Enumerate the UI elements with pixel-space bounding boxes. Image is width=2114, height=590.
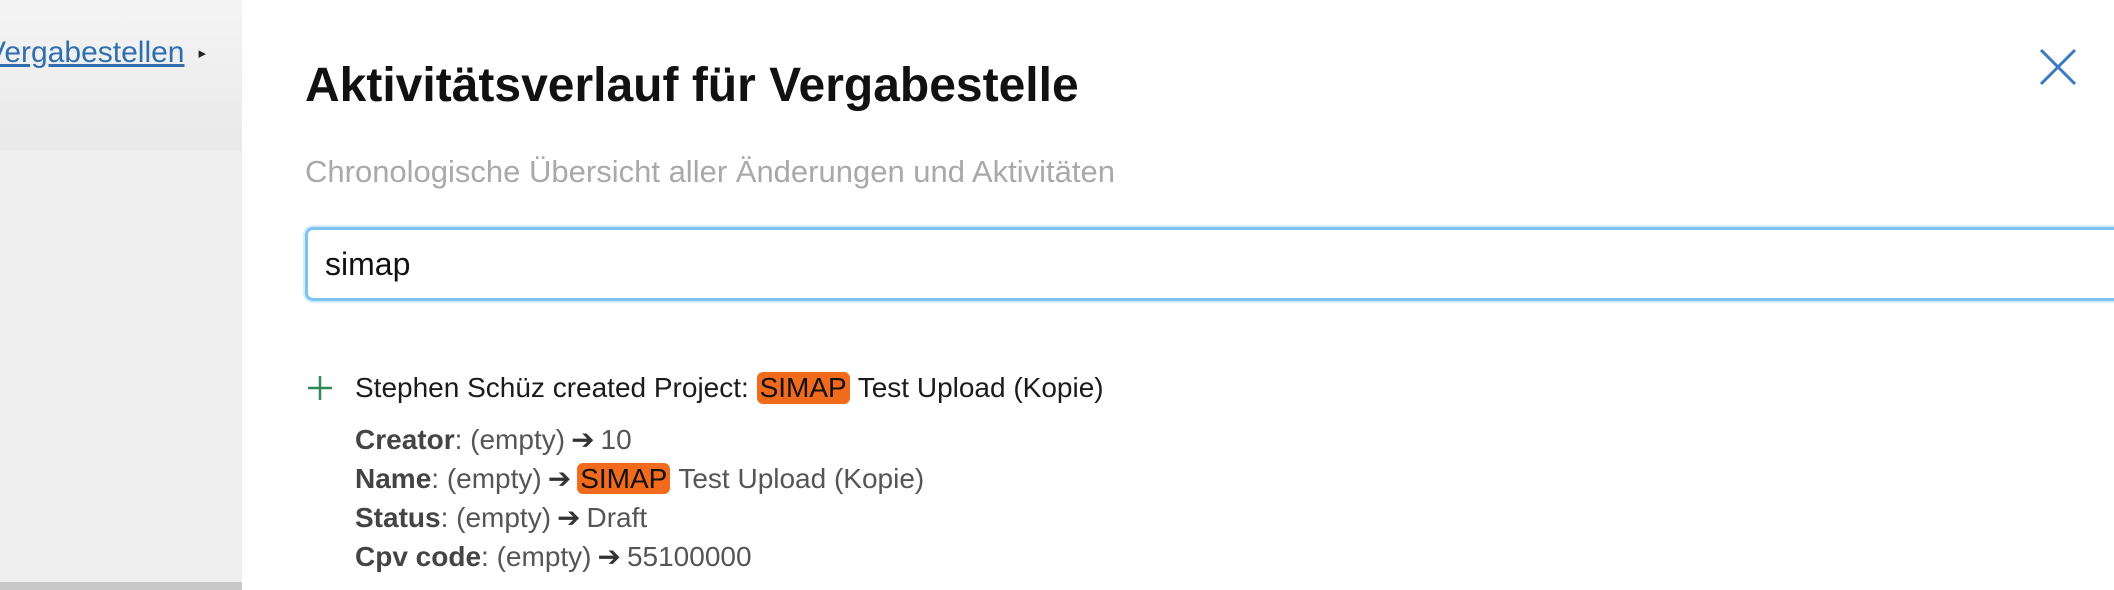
change-row: Creator: (empty) ➔ 10 [355,424,632,455]
change-field: Status [355,502,441,533]
search-bar [305,227,2114,301]
breadcrumb-arrow-icon: ▸ [198,45,207,62]
change-old-value: (empty) [470,424,566,455]
change-old-value: (empty) [456,502,552,533]
close-icon[interactable] [2035,44,2081,90]
change-new-value: Test Upload (Kopie) [678,463,925,494]
background-page: Vergabestellen ▸ [0,0,242,590]
plus-icon [305,373,335,403]
page-subtitle: Chronologische Übersicht aller Änderunge… [305,154,1115,189]
breadcrumb: Vergabestellen ▸ [0,36,206,70]
search-input[interactable] [308,230,2114,298]
activity-panel: Aktivitätsverlauf für Vergabestelle Chro… [242,0,2114,590]
activity-header: Stephen Schüz created Project: SIMAP Test… [305,372,1104,404]
change-field: Cpv code [355,541,482,572]
arrow-right-icon: ➔ [547,463,572,494]
arrow-right-icon: ➔ [597,541,621,572]
arrow-right-icon: ➔ [557,502,581,533]
change-new-value: 10 [600,424,632,455]
activity-text: Stephen Schüz created Project: [355,372,749,403]
change-field: Creator [355,424,455,455]
page-title: Aktivitätsverlauf für Vergabestelle [305,59,1079,112]
change-list: Creator: (empty) ➔ 10 Name: (empty) ➔ SIMAP T… [355,420,1104,576]
breadcrumb-link-vergabestellen[interactable]: Vergabestellen [0,36,185,70]
change-field: Name [355,463,432,494]
arrow-right-icon: ➔ [571,424,595,455]
change-new-value: Draft [586,502,648,533]
change-row: Name: (empty) ➔ SIMAP Test Upload (Kopie) [355,463,925,494]
search-highlight: SIMAP [577,463,671,494]
search-highlight: SIMAP [756,372,850,404]
background-divider [0,582,242,590]
change-old-value: (empty) [446,463,542,494]
activity-project-name: Test Upload (Kopie) [857,372,1104,403]
change-row: Cpv code: (empty) ➔ 55100000 [355,541,752,572]
change-old-value: (empty) [496,541,592,572]
activity-entry: Stephen Schüz created Project: SIMAP Test… [305,372,1104,576]
change-row: Status: (empty) ➔ Draft [355,502,648,533]
change-new-value: 55100000 [626,541,752,572]
